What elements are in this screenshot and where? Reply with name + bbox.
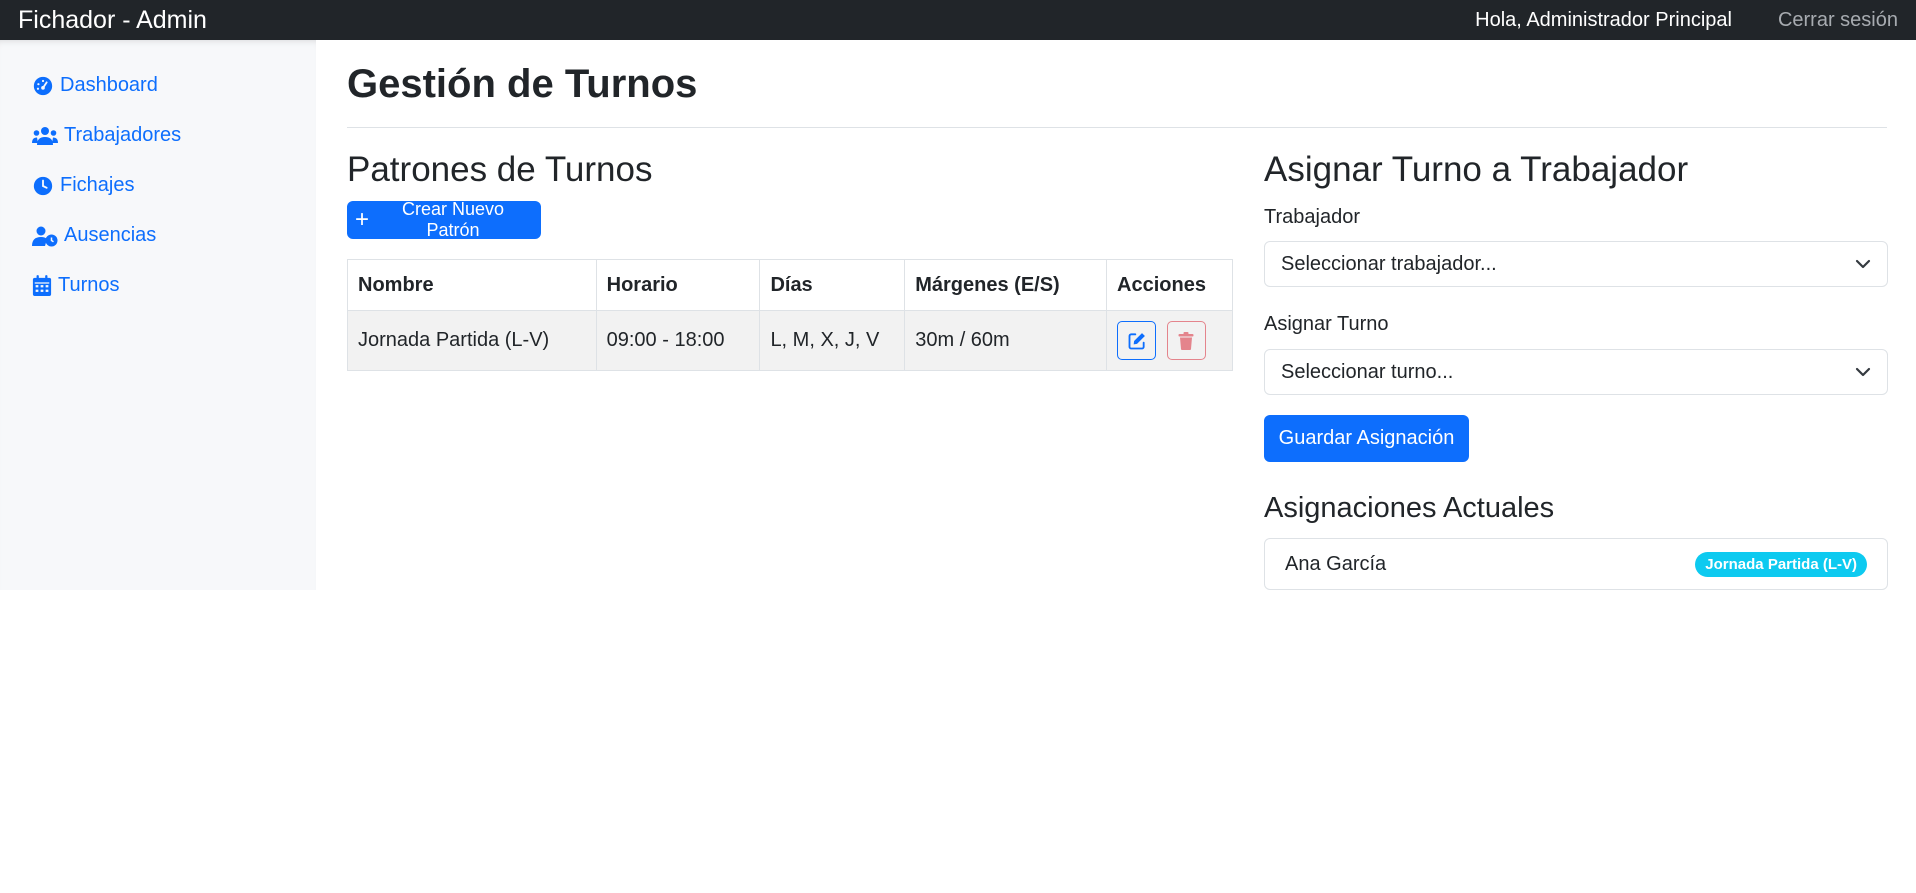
- sidebar: Dashboard Trabajadores Fichajes Ausencia…: [0, 40, 316, 590]
- create-pattern-button[interactable]: + Crear Nuevo Patrón: [347, 199, 541, 240]
- sidebar-item-trabajadores[interactable]: Trabajadores: [32, 124, 181, 147]
- plus-icon: +: [355, 206, 370, 233]
- sidebar-item-label: Turnos: [58, 274, 120, 296]
- navbar-right: Hola, Administrador Principal Cerrar ses…: [1475, 9, 1898, 32]
- list-item: Ana García Jornada Partida (L-V): [1264, 538, 1888, 590]
- top-navbar: Fichador - Admin Hola, Administrador Pri…: [0, 0, 1916, 40]
- table-row: Jornada Partida (L-V) 09:00 - 18:00 L, M…: [347, 310, 1233, 371]
- sidebar-item-label: Dashboard: [60, 74, 158, 96]
- current-assignments-heading: Asignaciones Actuales: [1264, 492, 1555, 524]
- cell-acciones: [1106, 310, 1233, 371]
- col-header-acciones: Acciones: [1106, 259, 1233, 311]
- save-assignment-button[interactable]: Guardar Asignación: [1264, 415, 1469, 462]
- gauge-icon: [33, 76, 53, 95]
- cell-nombre: Jornada Partida (L-V): [347, 310, 597, 371]
- user-clock-icon: [32, 226, 58, 246]
- sidebar-item-turnos[interactable]: Turnos: [32, 274, 120, 297]
- delete-pattern-button[interactable]: [1166, 321, 1206, 360]
- title-divider: [347, 127, 1887, 128]
- logout-link[interactable]: Cerrar sesión: [1778, 9, 1898, 32]
- cell-horario: 09:00 - 18:00: [595, 310, 761, 371]
- edit-icon: [1128, 332, 1145, 349]
- sidebar-item-label: Trabajadores: [64, 124, 182, 146]
- user-greeting: Hola, Administrador Principal: [1475, 8, 1732, 31]
- col-header-horario: Horario: [595, 259, 761, 311]
- sidebar-item-fichajes[interactable]: Fichajes: [32, 174, 134, 197]
- edit-pattern-button[interactable]: [1117, 321, 1157, 360]
- brand-title[interactable]: Fichador - Admin: [18, 6, 207, 35]
- shift-label: Asignar Turno: [1264, 313, 1389, 335]
- chevron-down-icon: [1855, 259, 1871, 269]
- sidebar-item-label: Fichajes: [60, 174, 135, 196]
- chevron-down-icon: [1855, 367, 1871, 377]
- trash-icon: [1178, 331, 1194, 350]
- sidebar-item-dashboard[interactable]: Dashboard: [32, 74, 158, 97]
- assign-heading: Asignar Turno a Trabajador: [1264, 150, 1689, 189]
- worker-select-value: Seleccionar trabajador...: [1281, 252, 1497, 275]
- sidebar-item-ausencias[interactable]: Ausencias: [32, 224, 156, 247]
- worker-select[interactable]: Seleccionar trabajador...: [1264, 241, 1888, 287]
- shift-select-value: Seleccionar turno...: [1281, 360, 1454, 383]
- patterns-table: Nombre Horario Días Márgenes (E/S) Accio…: [347, 259, 1233, 371]
- create-pattern-label: Crear Nuevo Patrón: [401, 199, 505, 240]
- shift-select[interactable]: Seleccionar turno...: [1264, 349, 1888, 395]
- col-header-margenes: Márgenes (E/S): [904, 259, 1108, 311]
- status-badge: Jornada Partida (L-V): [1695, 551, 1867, 577]
- patterns-heading: Patrones de Turnos: [347, 150, 653, 189]
- cell-dias: L, M, X, J, V: [759, 310, 906, 371]
- col-header-nombre: Nombre: [347, 259, 597, 311]
- calendar-icon: [32, 274, 52, 296]
- page-title: Gestión de Turnos: [347, 62, 698, 106]
- cell-margenes: 30m / 60m: [904, 310, 1108, 371]
- table-header-row: Nombre Horario Días Márgenes (E/S) Accio…: [347, 259, 1233, 311]
- sidebar-item-label: Ausencias: [64, 224, 157, 246]
- users-icon: [32, 126, 58, 145]
- col-header-dias: Días: [759, 259, 906, 311]
- worker-label: Trabajador: [1264, 206, 1360, 228]
- clock-icon: [33, 176, 53, 195]
- assignment-worker-name: Ana García: [1285, 552, 1387, 575]
